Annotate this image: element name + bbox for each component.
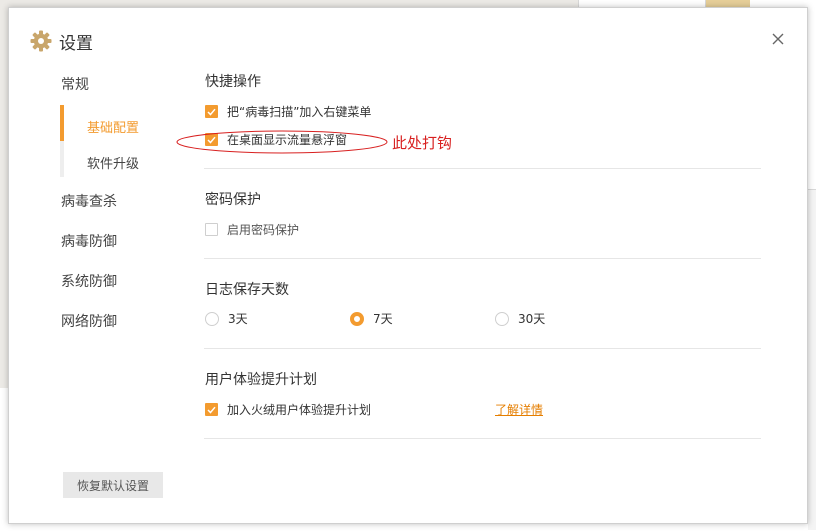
subnav-indicator (60, 105, 64, 177)
divider (204, 258, 761, 259)
sidebar-item-system-defense[interactable]: 系统防御 (61, 271, 117, 291)
dialog-title: 设置 (59, 33, 93, 54)
radio-option-3-days[interactable]: 3天 (205, 310, 248, 327)
learn-more-link[interactable]: 了解详情 (495, 401, 543, 418)
close-button[interactable] (767, 28, 789, 50)
check-icon (207, 406, 216, 414)
checkbox-add-context-menu[interactable] (205, 105, 218, 118)
radio-option-30-days[interactable]: 30天 (495, 310, 545, 327)
option-add-context-menu[interactable]: 把“病毒扫描”加入右键菜单 (205, 103, 371, 120)
check-icon (207, 108, 216, 116)
divider (204, 168, 761, 169)
checkbox-enable-password[interactable] (205, 223, 218, 236)
radio-7-days[interactable] (350, 311, 364, 326)
option-enable-password[interactable]: 启用密码保护 (205, 221, 299, 238)
section-title-shortcuts: 快捷操作 (205, 74, 261, 90)
radio-label: 7天 (373, 312, 393, 326)
divider (204, 348, 761, 349)
subnav-active-bar (60, 105, 64, 141)
section-title-password: 密码保护 (205, 192, 261, 208)
radio-label: 30天 (518, 312, 546, 326)
title-bar: 设置 (29, 28, 93, 54)
sidebar-item-virus-scan[interactable]: 病毒查杀 (61, 191, 117, 211)
divider (204, 438, 761, 439)
radio-option-7-days[interactable]: 7天 (350, 310, 393, 327)
radio-3-days[interactable] (205, 311, 219, 326)
checkbox-join-ux-plan[interactable] (205, 403, 218, 416)
gear-icon (30, 30, 52, 52)
sidebar-item-network-defense[interactable]: 网络防御 (61, 311, 117, 331)
sidebar-item-virus-defense[interactable]: 病毒防御 (61, 231, 117, 251)
option-label: 启用密码保护 (227, 223, 300, 237)
subnav-track (60, 141, 64, 177)
section-title-ux-plan: 用户体验提升计划 (205, 372, 317, 388)
option-label: 把“病毒扫描”加入右键菜单 (227, 105, 372, 119)
annotation-ellipse (176, 130, 388, 154)
option-join-ux-plan[interactable]: 加入火绒用户体验提升计划 (205, 401, 371, 418)
section-title-log-days: 日志保存天数 (205, 282, 289, 298)
radio-label: 3天 (228, 312, 248, 326)
sidebar-subitem-basic-config[interactable]: 基础配置 (87, 117, 139, 136)
settings-dialog: 设置 常规 基础配置 软件升级 病毒查杀 病毒防御 系统防御 网络防御 快捷操作… (8, 7, 808, 524)
background-edge (808, 190, 816, 530)
option-label: 加入火绒用户体验提升计划 (227, 403, 372, 417)
annotation-text: 此处打钩 (392, 134, 453, 152)
sidebar-item-general[interactable]: 常规 (61, 74, 89, 94)
sidebar-subitem-software-update[interactable]: 软件升级 (87, 153, 139, 172)
reset-defaults-button[interactable]: 恢复默认设置 (63, 472, 163, 498)
close-icon (772, 33, 784, 45)
radio-30-days[interactable] (495, 311, 509, 326)
